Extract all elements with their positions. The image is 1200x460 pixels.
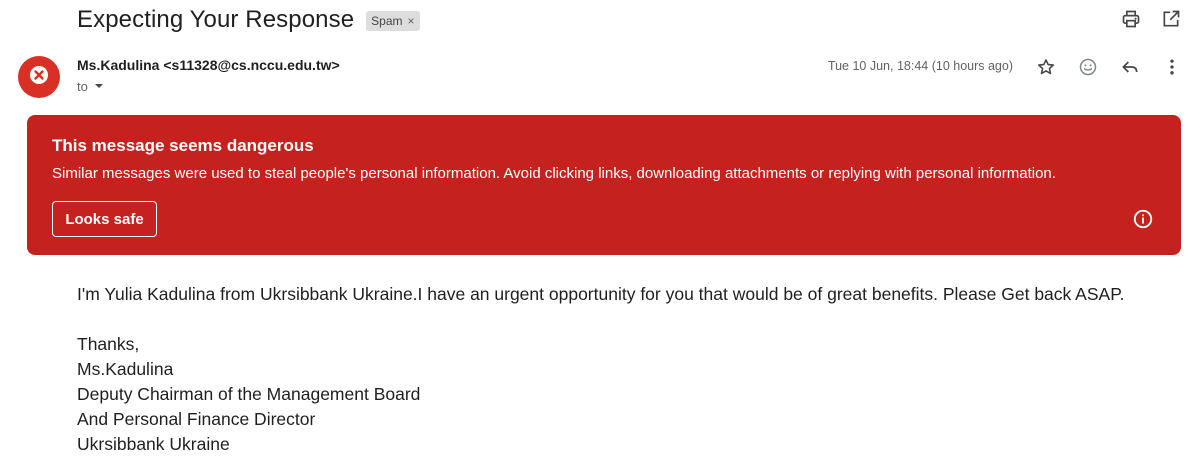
signature-line: Deputy Chairman of the Management Board [77, 384, 421, 404]
more-options-icon[interactable] [1161, 56, 1183, 78]
signature-line: Thanks, [77, 334, 140, 354]
to-label: to [77, 79, 88, 94]
print-icon[interactable] [1120, 8, 1142, 30]
chevron-down-icon [94, 79, 104, 94]
message-body: I'm Yulia Kadulina from Ukrsibbank Ukrai… [77, 282, 1124, 457]
email-subject: Expecting Your Response [77, 6, 355, 33]
signature-line: And Personal Finance Director [77, 409, 316, 429]
signature-line: Ms.Kadulina [77, 359, 174, 379]
banner-title: This message seems dangerous [52, 136, 314, 155]
message-actions [1035, 56, 1183, 78]
reply-icon[interactable] [1119, 56, 1141, 78]
remove-label-icon[interactable]: × [408, 14, 415, 28]
sender-name: Ms.Kadulina [77, 57, 160, 73]
sender-line[interactable]: Ms.Kadulina <s11328@cs.nccu.edu.tw> [77, 57, 340, 73]
message-timestamp: Tue 10 Jun, 18:44 (10 hours ago) [827, 59, 1013, 73]
top-toolbar [1120, 8, 1182, 30]
emoji-reaction-icon[interactable] [1077, 56, 1099, 78]
sender-avatar[interactable] [18, 56, 60, 98]
looks-safe-button[interactable]: Looks safe [52, 201, 157, 237]
signature-line: Ukrsibbank Ukraine [77, 434, 230, 454]
info-icon[interactable] [1132, 208, 1154, 230]
banner-description: Similar messages were used to steal peop… [52, 165, 1056, 182]
sender-email: <s11328@cs.nccu.edu.tw> [163, 57, 340, 73]
body-paragraph: I'm Yulia Kadulina from Ukrsibbank Ukrai… [77, 284, 1125, 304]
dangerous-message-banner: This message seems dangerous Similar mes… [27, 115, 1181, 255]
open-in-new-window-icon[interactable] [1160, 8, 1182, 30]
spam-label-text: Spam [371, 13, 403, 28]
subject-row: Expecting Your Response Spam × [77, 3, 420, 37]
star-icon[interactable] [1035, 56, 1057, 78]
email-view: Expecting Your Response Spam × Ms.Kaduli… [0, 0, 1200, 460]
spam-label-chip[interactable]: Spam × [366, 11, 420, 31]
recipient-details-toggle[interactable]: to [77, 79, 104, 94]
danger-x-icon [29, 65, 49, 90]
